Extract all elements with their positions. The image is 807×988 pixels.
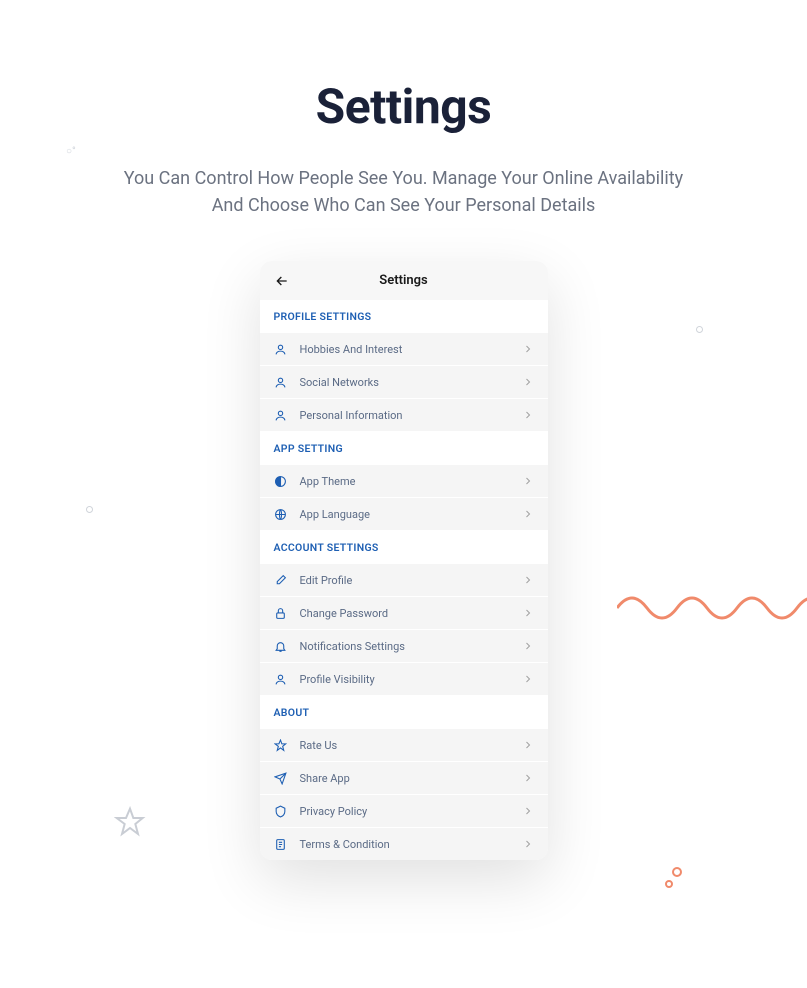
chevron-right-icon	[522, 508, 534, 520]
theme-icon	[274, 474, 288, 488]
row-label: Edit Profile	[300, 574, 522, 587]
section-header-about: ABOUT	[260, 696, 548, 729]
row-terms[interactable]: Terms & Condition	[260, 828, 548, 860]
phone-mockup: Settings PROFILE SETTINGS Hobbies And In…	[260, 261, 548, 860]
screen-title: Settings	[274, 273, 534, 288]
row-label: Hobbies And Interest	[300, 343, 522, 356]
row-hobbies[interactable]: Hobbies And Interest	[260, 333, 548, 366]
shield-icon	[274, 804, 288, 818]
row-rate[interactable]: Rate Us	[260, 729, 548, 762]
row-label: Change Password	[300, 607, 522, 620]
chevron-right-icon	[522, 574, 534, 586]
chevron-right-icon	[522, 673, 534, 685]
chevron-right-icon	[522, 607, 534, 619]
back-button[interactable]	[274, 273, 290, 289]
decorative-star	[114, 806, 146, 838]
row-share[interactable]: Share App	[260, 762, 548, 795]
row-edit-profile[interactable]: Edit Profile	[260, 564, 548, 597]
chevron-right-icon	[522, 805, 534, 817]
chevron-right-icon	[522, 475, 534, 487]
section-header-profile: PROFILE SETTINGS	[260, 300, 548, 333]
chevron-right-icon	[522, 409, 534, 421]
row-personal[interactable]: Personal Information	[260, 399, 548, 432]
chevron-right-icon	[522, 343, 534, 355]
lock-icon	[274, 606, 288, 620]
send-icon	[274, 771, 288, 785]
row-password[interactable]: Change Password	[260, 597, 548, 630]
chevron-right-icon	[522, 772, 534, 784]
row-theme[interactable]: App Theme	[260, 465, 548, 498]
row-privacy[interactable]: Privacy Policy	[260, 795, 548, 828]
decorative-wave	[617, 568, 807, 628]
row-language[interactable]: App Language	[260, 498, 548, 531]
row-notifications[interactable]: Notifications Settings	[260, 630, 548, 663]
phone-header: Settings	[260, 261, 548, 300]
row-label: Personal Information	[300, 409, 522, 422]
globe-icon	[274, 507, 288, 521]
user-icon	[274, 672, 288, 686]
row-label: App Language	[300, 508, 522, 521]
section-header-app: APP SETTING	[260, 432, 548, 465]
user-icon	[274, 375, 288, 389]
row-label: Profile Visibility	[300, 673, 522, 686]
row-visibility[interactable]: Profile Visibility	[260, 663, 548, 696]
edit-icon	[274, 573, 288, 587]
row-label: Privacy Policy	[300, 805, 522, 818]
decorative-circle	[86, 506, 93, 513]
chevron-right-icon	[522, 376, 534, 388]
section-header-account: ACCOUNT SETTINGS	[260, 531, 548, 564]
row-label: Rate Us	[300, 739, 522, 752]
bell-icon	[274, 639, 288, 653]
star-icon	[274, 738, 288, 752]
row-label: Share App	[300, 772, 522, 785]
row-label: App Theme	[300, 475, 522, 488]
document-icon	[274, 837, 288, 851]
row-label: Social Networks	[300, 376, 522, 389]
user-icon	[274, 342, 288, 356]
decorative-bubbles	[663, 866, 683, 890]
row-label: Terms & Condition	[300, 838, 522, 851]
decorative-dots: ○°	[66, 146, 76, 157]
chevron-right-icon	[522, 838, 534, 850]
row-social[interactable]: Social Networks	[260, 366, 548, 399]
row-label: Notifications Settings	[300, 640, 522, 653]
chevron-right-icon	[522, 739, 534, 751]
user-icon	[274, 408, 288, 422]
page-subtitle: You Can Control How People See You. Mana…	[124, 165, 684, 219]
decorative-circle	[696, 326, 703, 333]
page-title: Settings	[0, 78, 807, 135]
chevron-right-icon	[522, 640, 534, 652]
